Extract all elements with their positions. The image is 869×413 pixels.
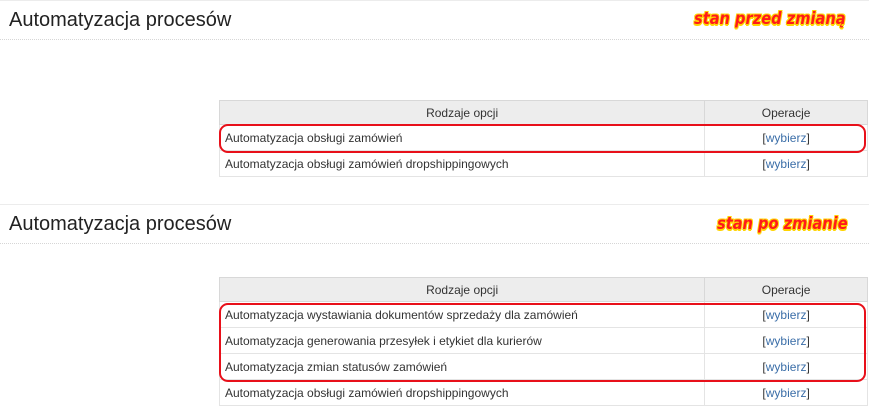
operation-cell: [wybierz]: [704, 124, 868, 151]
table-row: Automatyzacja zmian statusów zamówień [w…: [218, 353, 868, 380]
operation-cell: [wybierz]: [704, 327, 868, 354]
operation-cell: [wybierz]: [704, 379, 868, 406]
select-link[interactable]: wybierz: [766, 360, 807, 374]
column-header-operations: Operacje: [704, 100, 868, 125]
table-row: Automatyzacja obsługi zamówień [wybierz]: [218, 124, 868, 151]
table-row: Automatyzacja generowania przesyłek i et…: [218, 327, 868, 354]
select-link[interactable]: wybierz: [766, 308, 807, 322]
column-header-options: Rodzaje opcji: [218, 100, 706, 125]
select-link[interactable]: wybierz: [766, 334, 807, 348]
page-title: Automatyzacja procesów: [9, 9, 232, 31]
column-header-options: Rodzaje opcji: [218, 277, 706, 302]
annotation-before: stan przed zmianą: [694, 9, 846, 29]
options-table-before: Rodzaje opcji Operacje Automatyzacja obs…: [218, 100, 868, 177]
option-name: Automatyzacja generowania przesyłek i et…: [218, 327, 706, 354]
operation-cell: [wybierz]: [704, 353, 868, 380]
annotation-after: stan po zmianie: [717, 214, 848, 234]
select-link[interactable]: wybierz: [766, 157, 807, 171]
column-header-operations: Operacje: [704, 277, 868, 302]
operation-cell: [wybierz]: [704, 150, 868, 177]
option-name: Automatyzacja obsługi zamówień dropshipp…: [218, 379, 706, 406]
table-row: Automatyzacja wystawiania dokumentów spr…: [218, 301, 868, 328]
table-row: Automatyzacja obsługi zamówień dropshipp…: [218, 150, 868, 177]
option-name: Automatyzacja obsługi zamówień dropshipp…: [218, 150, 706, 177]
table-header-row: Rodzaje opcji Operacje: [218, 277, 868, 302]
option-name: Automatyzacja obsługi zamówień: [218, 124, 706, 151]
select-link[interactable]: wybierz: [766, 131, 807, 145]
table-header-row: Rodzaje opcji Operacje: [218, 100, 868, 125]
option-name: Automatyzacja wystawiania dokumentów spr…: [218, 301, 706, 328]
page-title: Automatyzacja procesów: [9, 213, 232, 235]
table-row: Automatyzacja obsługi zamówień dropshipp…: [218, 379, 868, 406]
operation-cell: [wybierz]: [704, 301, 868, 328]
option-name: Automatyzacja zmian statusów zamówień: [218, 353, 706, 380]
select-link[interactable]: wybierz: [766, 386, 807, 400]
options-table-after: Rodzaje opcji Operacje Automatyzacja wys…: [218, 277, 868, 406]
